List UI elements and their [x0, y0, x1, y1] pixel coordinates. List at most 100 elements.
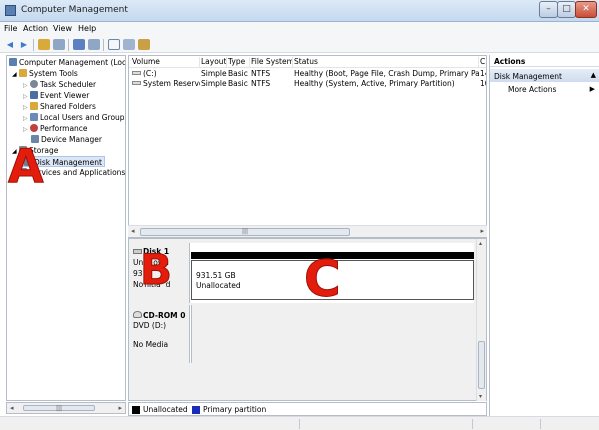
event-icon — [30, 91, 39, 99]
cdrom-type: DVD (D:) — [133, 321, 167, 330]
cell-type: Basic — [228, 69, 248, 78]
toolbar-separator — [103, 39, 104, 51]
cell-file-system: NTFS — [251, 69, 271, 78]
tree-item-local-users-and-groups[interactable]: ▷ Local Users and Groups — [23, 112, 125, 123]
folder-icon — [30, 102, 39, 110]
table-row[interactable]: (C:) — [132, 69, 200, 78]
expanded-arrow-icon[interactable]: ◢ — [12, 71, 17, 78]
cdrom-media: No Media — [133, 340, 169, 349]
partition-state: Unallocated — [196, 281, 241, 290]
cell-file-system: NTFS — [251, 79, 271, 88]
back-icon[interactable]: ◀ — [4, 39, 16, 50]
scroll-left-icon[interactable]: ◂ — [131, 227, 135, 235]
disk-properties-icon[interactable] — [138, 39, 150, 50]
scroll-up-icon[interactable]: ▴ — [479, 240, 482, 247]
properties-icon[interactable] — [88, 39, 100, 50]
table-row[interactable]: System Reserved — [132, 79, 200, 88]
menu-view[interactable]: View — [53, 24, 72, 33]
status-bar — [0, 416, 599, 430]
submenu-arrow-icon[interactable]: ▶ — [590, 85, 595, 93]
cell-layout: Simple — [201, 69, 227, 78]
scroll-right-icon[interactable]: ▸ — [118, 404, 122, 412]
scrollbar-thumb[interactable]: ||| — [23, 405, 95, 412]
column-file-system[interactable]: File System — [251, 57, 293, 67]
scroll-left-icon[interactable]: ◂ — [10, 404, 14, 412]
rescan-icon[interactable] — [108, 39, 120, 50]
more-actions-link[interactable]: More Actions — [508, 85, 556, 94]
close-button[interactable]: ✕ — [575, 1, 597, 18]
column-capacity[interactable]: C — [480, 57, 486, 67]
scrollbar-thumb[interactable] — [478, 341, 485, 389]
column-layout[interactable]: Layout — [201, 57, 227, 67]
toolbar: ◀ ▶ — [0, 37, 599, 53]
menu-help[interactable]: Help — [78, 24, 96, 33]
tree-item-computer-management[interactable]: Computer Management (Local — [9, 57, 125, 68]
cell-type: Basic — [228, 79, 248, 88]
cell-layout: Simple — [201, 79, 227, 88]
unallocated-swatch — [132, 406, 140, 414]
annotation-b: B — [139, 245, 173, 295]
collapsed-arrow-icon[interactable]: ▷ — [23, 126, 28, 133]
tree-item-performance[interactable]: ▷ Performance — [23, 123, 88, 134]
title-bar: Computer Management – □ ✕ — [0, 0, 599, 22]
cell-capacity: 10 — [480, 79, 486, 88]
collapsed-arrow-icon[interactable]: ▷ — [23, 93, 28, 100]
cdrom-row[interactable]: CD-ROM 0 DVD (D:) No Media — [129, 305, 474, 363]
volume-list-horizontal-scrollbar[interactable]: ◂ ||| ▸ — [128, 225, 487, 237]
partition-size: 931.51 GB — [196, 271, 236, 280]
primary-partition-swatch — [192, 406, 200, 414]
menu-bar: File Action View Help — [0, 22, 599, 37]
scroll-down-icon[interactable]: ▾ — [479, 393, 482, 400]
scroll-right-icon[interactable]: ▸ — [480, 227, 484, 235]
legend-primary-partition: Primary partition — [203, 405, 267, 414]
window-title: Computer Management — [21, 5, 128, 15]
minimize-button[interactable]: – — [539, 1, 558, 18]
volume-list: Volume Layout Type File System Status C … — [128, 55, 487, 238]
column-volume[interactable]: Volume — [132, 57, 200, 67]
up-folder-icon[interactable] — [38, 39, 50, 50]
show-hide-tree-icon[interactable] — [53, 39, 65, 50]
collapsed-arrow-icon[interactable]: ▷ — [23, 104, 28, 111]
annotation-a: A — [8, 139, 45, 194]
cell-capacity: 14 — [480, 69, 486, 78]
actions-header: Actions — [490, 55, 599, 67]
actions-pane: Actions Disk Management ▲ More Actions ▶ — [489, 55, 599, 416]
cd-drive-icon — [133, 311, 142, 318]
cdrom-name: CD-ROM 0 — [133, 311, 185, 320]
collapsed-arrow-icon[interactable]: ▷ — [23, 82, 28, 89]
tree-item-system-tools[interactable]: ◢ System Tools — [12, 68, 78, 79]
clock-icon — [30, 80, 39, 88]
drive-icon — [132, 81, 141, 85]
collapse-section-icon[interactable]: ▲ — [591, 71, 596, 79]
tree-item-shared-folders[interactable]: ▷ Shared Folders — [23, 101, 96, 112]
computer-management-icon — [5, 5, 16, 16]
status-divider — [540, 419, 541, 429]
actions-section-disk-management[interactable]: Disk Management ▲ — [490, 69, 599, 82]
tree-item-task-scheduler[interactable]: ▷ Task Scheduler — [23, 79, 96, 90]
toolbar-separator — [68, 39, 69, 51]
cdrom-label[interactable]: CD-ROM 0 DVD (D:) No Media — [129, 305, 190, 363]
disk-view-vertical-scrollbar[interactable]: ▴ ▾ — [476, 239, 486, 401]
scrollbar-thumb[interactable]: ||| — [140, 228, 350, 236]
legend-unallocated: Unallocated — [143, 405, 188, 414]
navigation-tree: Computer Management (Local ◢ System Tool… — [6, 55, 126, 401]
status-divider — [472, 419, 473, 429]
maximize-button[interactable]: □ — [557, 1, 576, 18]
menu-file[interactable]: File — [4, 24, 17, 33]
tree-horizontal-scrollbar[interactable]: ◂ ||| ▸ — [6, 402, 126, 414]
cell-status: Healthy (Boot, Page File, Crash Dump, Pr… — [294, 69, 479, 78]
toolbar-separator — [33, 39, 34, 51]
volume-list-header: Volume Layout Type File System Status C — [129, 56, 486, 68]
menu-action[interactable]: Action — [23, 24, 48, 33]
disk-settings-icon[interactable] — [123, 39, 135, 50]
computer-icon — [9, 58, 17, 66]
partition-legend: Unallocated Primary partition — [128, 402, 487, 416]
disk-row[interactable]: Disk 1 Un own 93 Nonitia d 931.51 GB Unall… — [129, 243, 474, 303]
annotation-c: C — [304, 250, 342, 309]
column-type[interactable]: Type — [228, 57, 250, 67]
forward-icon[interactable]: ▶ — [18, 39, 30, 50]
tree-item-event-viewer[interactable]: ▷ Event Viewer — [23, 90, 89, 101]
collapsed-arrow-icon[interactable]: ▷ — [23, 115, 28, 122]
help-icon[interactable] — [73, 39, 85, 50]
column-status[interactable]: Status — [294, 57, 479, 67]
